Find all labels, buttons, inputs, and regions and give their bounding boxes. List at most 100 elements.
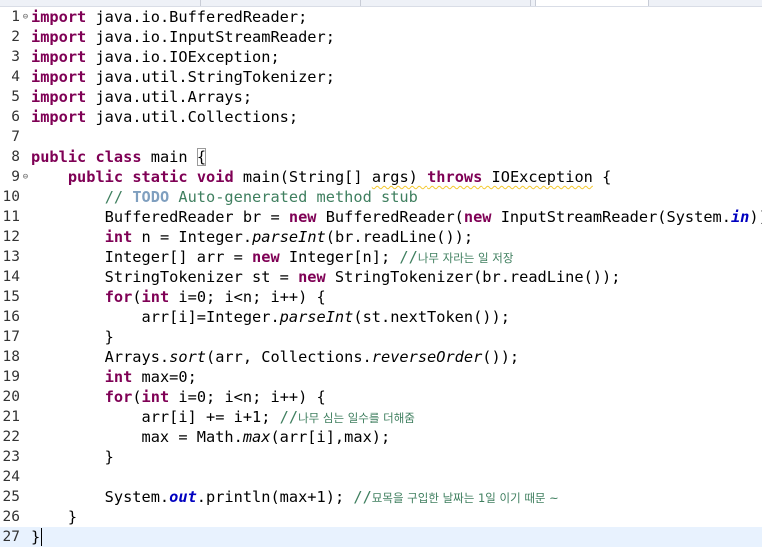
code-token: import	[31, 68, 87, 86]
code-text: Integer[] arr = new Integer[n]; //나무 자라는…	[31, 247, 514, 268]
code-text: import java.io.IOException;	[31, 47, 280, 67]
code-line[interactable]: 4 import java.util.StringTokenizer;	[0, 67, 762, 87]
code-text: }	[31, 327, 114, 347]
code-token: max=0;	[132, 368, 197, 386]
line-number: 7	[11, 129, 20, 145]
code-token: BufferedReader br =	[31, 208, 289, 226]
line-number: 17	[2, 329, 20, 345]
line-number: 15	[2, 289, 20, 305]
code-token: max = Math.	[31, 428, 243, 446]
line-number: 9	[11, 169, 20, 185]
code-line[interactable]: 11 BufferedReader br = new BufferedReade…	[0, 207, 762, 227]
line-number: 1	[11, 9, 20, 25]
line-number: 14	[2, 269, 20, 285]
code-token: parseInt	[279, 308, 354, 326]
code-text: }	[31, 507, 77, 527]
code-line[interactable]: 23 }	[0, 447, 762, 467]
code-token: max	[242, 428, 271, 446]
code-token: StringTokenizer st =	[31, 268, 299, 286]
code-token: {	[592, 168, 612, 186]
code-line[interactable]: 16 arr[i]=Integer.parseInt(st.nextToken(…	[0, 307, 762, 327]
code-token: int	[141, 288, 170, 306]
code-line[interactable]: 17 }	[0, 327, 762, 347]
code-token: java.util.Arrays;	[86, 88, 253, 106]
code-line[interactable]: 6 import java.util.Collections;	[0, 107, 762, 127]
code-line[interactable]: 19 int max=0;	[0, 367, 762, 387]
line-number: 2	[11, 29, 20, 45]
code-line[interactable]: 27}	[0, 527, 762, 547]
editor-tab[interactable]	[648, 0, 762, 6]
line-number: 8	[11, 149, 20, 165]
code-token: out	[169, 488, 197, 506]
code-line[interactable]: 7	[0, 127, 762, 147]
fold-toggle-icon[interactable]: ⊖	[20, 7, 31, 27]
code-text: }	[31, 527, 43, 547]
code-token: //	[279, 408, 299, 426]
code-token: reverseOrder	[371, 348, 483, 366]
code-line[interactable]: 26 }	[0, 507, 762, 527]
code-text: import java.io.InputStreamReader;	[31, 27, 335, 47]
code-token: n = Integer.	[132, 228, 253, 246]
line-number: 27	[2, 529, 20, 545]
code-token: class	[95, 148, 142, 166]
line-number: 11	[2, 209, 20, 225]
line-number: 21	[2, 409, 20, 425]
line-number: 16	[2, 309, 20, 325]
line-number: 5	[11, 89, 20, 105]
code-line[interactable]: 13 Integer[] arr = new Integer[n]; //나무 …	[0, 247, 762, 267]
code-token: }	[31, 528, 41, 546]
code-token: int	[141, 388, 170, 406]
code-token: import	[31, 48, 87, 66]
code-token: TODO	[132, 188, 170, 206]
code-line[interactable]: 12 int n = Integer.parseInt(br.readLine(…	[0, 227, 762, 247]
code-line[interactable]: 9 ⊖ public static void main(String[] args…	[0, 167, 762, 187]
code-text: for(int i=0; i<n; i++) {	[31, 387, 326, 407]
code-token: sort	[169, 348, 206, 366]
code-text: public class main {	[31, 147, 207, 167]
fold-toggle-icon[interactable]: ⊖	[20, 167, 31, 187]
code-token: main	[141, 148, 197, 166]
code-line[interactable]: 20 for(int i=0; i<n; i++) {	[0, 387, 762, 407]
code-line[interactable]: 18 Arrays.sort(arr, Collections.reverseO…	[0, 347, 762, 367]
code-editor[interactable]: 1 ⊖ import java.io.BufferedReader; 2 import …	[0, 7, 762, 550]
code-line[interactable]: 22 max = Math.max(arr[i],max);	[0, 427, 762, 447]
code-token: new	[463, 208, 492, 226]
code-token: BufferedReader(	[316, 208, 464, 226]
code-token: i=0; i<n; i++) {	[169, 388, 326, 406]
code-line[interactable]: 5 import java.util.Arrays;	[0, 87, 762, 107]
code-token: args)	[371, 168, 428, 186]
editor-tab-strip[interactable]	[0, 0, 762, 7]
code-token: void	[196, 168, 234, 186]
line-number: 20	[2, 389, 20, 405]
code-text: int n = Integer.parseInt(br.readLine());	[31, 227, 473, 247]
code-text: StringTokenizer st = new StringTokenizer…	[31, 267, 621, 287]
code-line[interactable]: 15 for(int i=0; i<n; i++) {	[0, 287, 762, 307]
code-token: for	[104, 288, 133, 306]
editor-tab[interactable]	[360, 0, 531, 6]
line-number: 24	[2, 469, 20, 485]
code-line[interactable]: 8 public class main {	[0, 147, 762, 167]
code-line[interactable]: 2 import java.io.InputStreamReader;	[0, 27, 762, 47]
code-line[interactable]: 10 // TODO Auto-generated method stub	[0, 187, 762, 207]
editor-tab[interactable]	[40, 0, 201, 6]
line-number: 26	[2, 509, 20, 525]
code-text: import java.util.StringTokenizer;	[31, 67, 335, 87]
code-token: new	[288, 208, 317, 226]
code-line[interactable]: 24	[0, 467, 762, 487]
code-line[interactable]: 1 ⊖ import java.io.BufferedReader;	[0, 7, 762, 27]
code-token: in	[730, 208, 750, 226]
code-line[interactable]: 3 import java.io.IOException;	[0, 47, 762, 67]
code-token: java.io.IOException;	[86, 48, 280, 66]
line-number: 4	[11, 69, 20, 85]
editor-tab[interactable]	[200, 0, 361, 6]
code-line[interactable]: 21 arr[i] += i+1; //나무 심는 일수를 더해줌	[0, 407, 762, 427]
editor-tab-active[interactable]	[535, 0, 649, 6]
code-line[interactable]: 25 System.out.println(max+1); //묘목을 구입한 …	[0, 487, 762, 507]
code-line[interactable]: 14 StringTokenizer st = new StringTokeni…	[0, 267, 762, 287]
code-token: 나무 자라는 일 저장	[417, 251, 514, 265]
code-token: 묘목을 구입한 날짜는 1일 이기 때문 ~	[371, 491, 559, 505]
code-token: //	[399, 248, 418, 266]
code-token: Arrays.	[31, 348, 170, 366]
